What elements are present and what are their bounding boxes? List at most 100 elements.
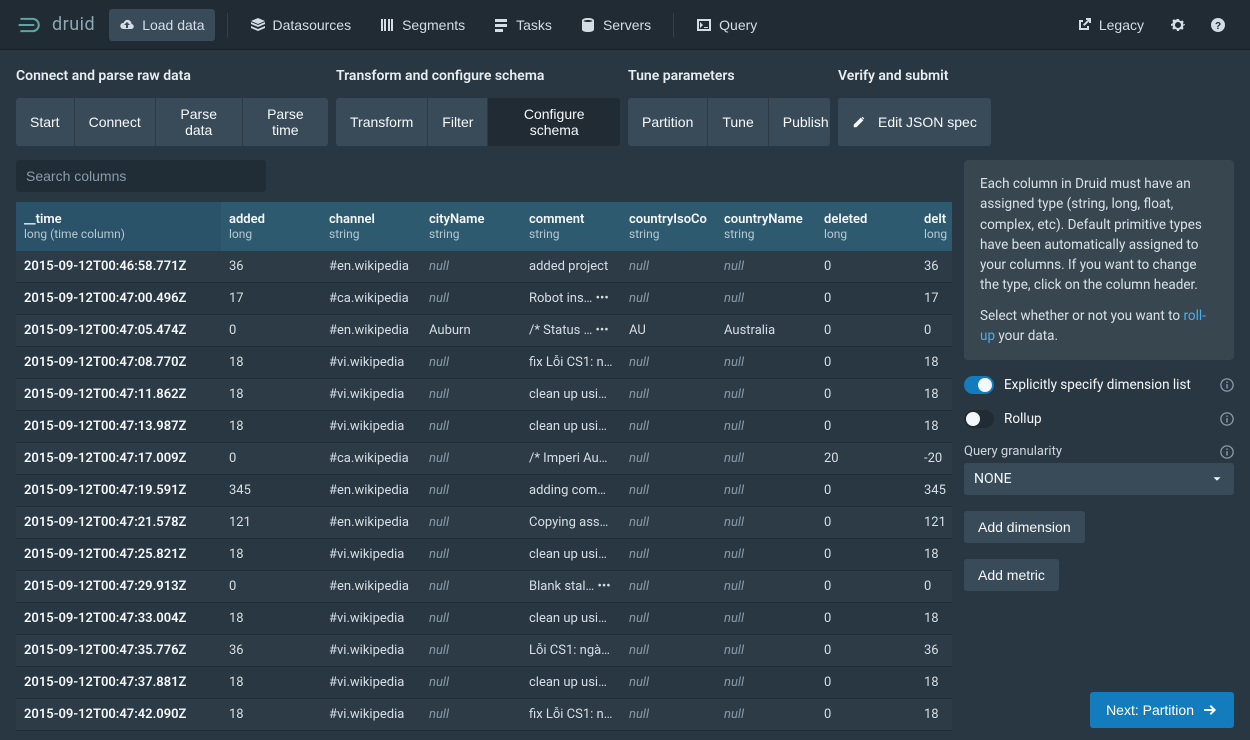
cell: Robot ins… ••• xyxy=(521,283,621,315)
table-row[interactable]: 2015-09-12T00:47:11.862Z18#vi.wikipedian… xyxy=(16,379,952,411)
tab-tune[interactable]: Tune xyxy=(708,98,768,146)
table-row[interactable]: 2015-09-12T00:47:37.881Z18#vi.wikipedian… xyxy=(16,667,952,699)
cell: Copying ass… xyxy=(521,507,621,539)
table-row[interactable]: 2015-09-12T00:47:17.009Z0#ca.wikipedianu… xyxy=(16,443,952,475)
table-row[interactable]: 2015-09-12T00:47:33.004Z18#vi.wikipedian… xyxy=(16,603,952,635)
cell: adding com… xyxy=(521,475,621,507)
cell: #vi.wikipedia xyxy=(321,699,421,731)
cell: null xyxy=(621,507,716,539)
tab-parse-data[interactable]: Parse data xyxy=(156,98,243,146)
database-icon xyxy=(580,17,596,33)
tab-publish[interactable]: Publish xyxy=(769,98,830,146)
info-icon[interactable] xyxy=(1220,445,1234,459)
info-icon[interactable] xyxy=(1220,378,1234,392)
tab-filter[interactable]: Filter xyxy=(428,98,488,146)
cell: 36 xyxy=(916,251,952,283)
data-table[interactable]: __timelong (time column)addedlongchannel… xyxy=(16,202,952,740)
tab-edit-json[interactable]: Edit JSON spec xyxy=(838,98,991,146)
cell: AU xyxy=(621,315,716,347)
table-row[interactable]: 2015-09-12T00:47:29.913Z0#en.wikipedianu… xyxy=(16,571,952,603)
help-text-2: Select whether or not you want to roll-u… xyxy=(980,306,1218,347)
column-header-countryName[interactable]: countryNamestring xyxy=(716,202,816,251)
add-dimension-button[interactable]: Add dimension xyxy=(964,511,1085,543)
rollup-switch[interactable] xyxy=(964,410,994,428)
cell-time: 2015-09-12T00:47:33.004Z xyxy=(16,603,221,635)
nav-legacy[interactable]: Legacy xyxy=(1066,9,1154,41)
cell: null xyxy=(421,443,521,475)
tab-configure-schema[interactable]: Configure schema xyxy=(488,98,620,146)
arrow-right-icon xyxy=(1202,702,1218,718)
logo[interactable]: druid xyxy=(16,11,95,39)
cell: 0 xyxy=(816,571,916,603)
column-header-cityName[interactable]: cityNamestring xyxy=(421,202,521,251)
column-header-countryIsoCo[interactable]: countryIsoCostring xyxy=(621,202,716,251)
add-metric-button[interactable]: Add metric xyxy=(964,559,1059,591)
table-row[interactable]: 2015-09-12T00:47:44.963Z0#ru.wikipedianu… xyxy=(16,731,952,740)
column-header-channel[interactable]: channelstring xyxy=(321,202,421,251)
table-row[interactable]: 2015-09-12T00:47:19.591Z345#en.wikipedia… xyxy=(16,475,952,507)
nav-servers[interactable]: Servers xyxy=(570,9,661,41)
table-row[interactable]: 2015-09-12T00:46:58.771Z36#en.wikipedian… xyxy=(16,251,952,283)
table-row[interactable]: 2015-09-12T00:47:42.090Z18#vi.wikipedian… xyxy=(16,699,952,731)
info-icon[interactable] xyxy=(1220,412,1234,426)
table-row[interactable]: 2015-09-12T00:47:25.821Z18#vi.wikipedian… xyxy=(16,539,952,571)
table-row[interactable]: 2015-09-12T00:47:00.496Z17#ca.wikipedian… xyxy=(16,283,952,315)
cell-time: 2015-09-12T00:47:21.578Z xyxy=(16,507,221,539)
table-row[interactable]: 2015-09-12T00:47:05.474Z0#en.wikipediaAu… xyxy=(16,315,952,347)
table-row[interactable]: 2015-09-12T00:47:35.776Z36#vi.wikipedian… xyxy=(16,635,952,667)
tasks-icon xyxy=(493,17,509,33)
cell: #vi.wikipedia xyxy=(321,347,421,379)
nav-query[interactable]: Query xyxy=(686,9,767,41)
tab-connect[interactable]: Connect xyxy=(75,98,156,146)
nav-tasks[interactable]: Tasks xyxy=(483,9,562,41)
tab-partition[interactable]: Partition xyxy=(628,98,708,146)
cell: #ru.wikipedia xyxy=(321,731,421,740)
explicit-dimensions-switch[interactable] xyxy=(964,376,994,394)
next-button[interactable]: Next: Partition xyxy=(1090,692,1234,728)
tab-transform[interactable]: Transform xyxy=(336,98,428,146)
cell: 18 xyxy=(916,699,952,731)
cell: #en.wikipedia xyxy=(321,315,421,347)
tab-parse-time[interactable]: Parse time xyxy=(243,98,328,146)
cell: null xyxy=(621,667,716,699)
side-panel: Each column in Druid must have an assign… xyxy=(964,160,1234,740)
help-icon: ? xyxy=(1210,17,1226,33)
cell: null xyxy=(716,667,816,699)
table-row[interactable]: 2015-09-12T00:47:13.987Z18#vi.wikipedian… xyxy=(16,411,952,443)
cell: null xyxy=(716,603,816,635)
nav-help[interactable]: ? xyxy=(1202,9,1234,41)
cell: 18 xyxy=(916,379,952,411)
cell: 0 xyxy=(816,411,916,443)
cell: 18 xyxy=(916,667,952,699)
step-group-verify: Verify and submit xyxy=(838,68,1234,92)
tab-start[interactable]: Start xyxy=(16,98,75,146)
nav-segments[interactable]: Segments xyxy=(369,9,475,41)
cell: 36 xyxy=(221,251,321,283)
cell: #en.wikipedia xyxy=(321,507,421,539)
nav-settings[interactable] xyxy=(1162,9,1194,41)
cell: null xyxy=(421,699,521,731)
search-columns-input[interactable] xyxy=(16,160,266,192)
cell: null xyxy=(621,411,716,443)
cell: 0 xyxy=(916,315,952,347)
cell: added project xyxy=(521,251,621,283)
cell: null xyxy=(716,347,816,379)
granularity-select[interactable]: NONE xyxy=(964,463,1234,495)
cell: 0 xyxy=(816,507,916,539)
cell: 0 xyxy=(816,379,916,411)
table-row[interactable]: 2015-09-12T00:47:21.578Z121#en.wikipedia… xyxy=(16,507,952,539)
column-header-delt[interactable]: deltlong xyxy=(916,202,952,251)
column-header-__time[interactable]: __timelong (time column) xyxy=(16,202,221,251)
column-header-comment[interactable]: commentstring xyxy=(521,202,621,251)
table-row[interactable]: 2015-09-12T00:47:08.770Z18#vi.wikipedian… xyxy=(16,347,952,379)
column-header-deleted[interactable]: deletedlong xyxy=(816,202,916,251)
wizard-tabs: Start Connect Parse data Parse time Tran… xyxy=(16,98,1234,146)
column-header-added[interactable]: addedlong xyxy=(221,202,321,251)
cell: 0 xyxy=(816,539,916,571)
nav-load-data[interactable]: Load data xyxy=(109,9,214,41)
cell: null xyxy=(716,731,816,740)
cell: null xyxy=(421,507,521,539)
cell: 17 xyxy=(221,283,321,315)
cell-time: 2015-09-12T00:47:17.009Z xyxy=(16,443,221,475)
nav-datasources[interactable]: Datasources xyxy=(240,9,362,41)
